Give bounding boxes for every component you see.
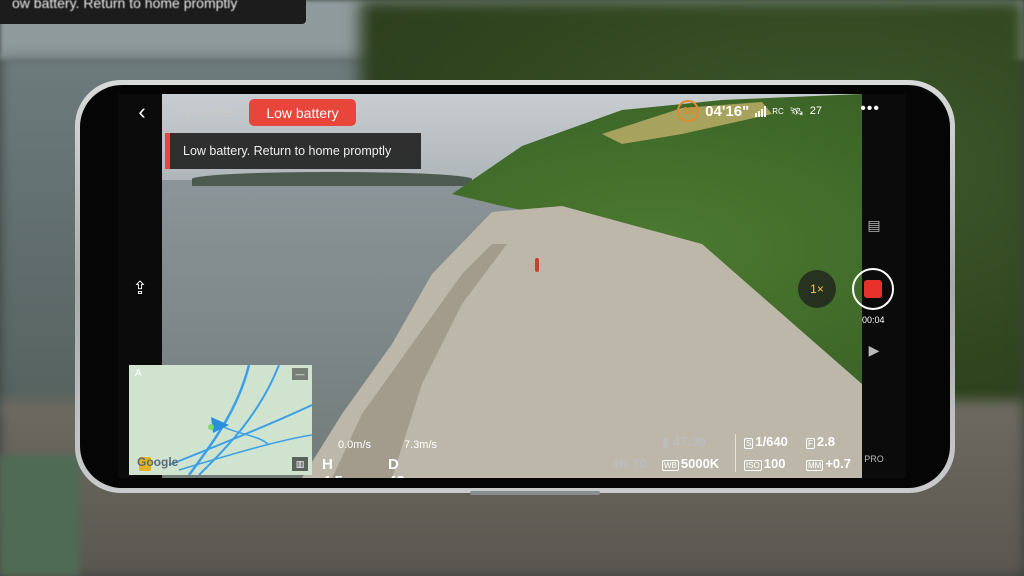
wb-tag: WB bbox=[662, 460, 679, 471]
white-balance[interactable]: WB 5000K bbox=[662, 456, 719, 471]
video-resolution: 4K 30 bbox=[612, 456, 647, 471]
record-button[interactable] bbox=[852, 268, 894, 310]
back-button[interactable]: ‹ bbox=[130, 99, 154, 124]
flight-mode[interactable]: N Mode bbox=[180, 104, 233, 121]
return-to-home-button[interactable]: ⇪ bbox=[126, 274, 154, 302]
remaining-time: ▮ 47:30 bbox=[662, 434, 707, 449]
exposure-value[interactable]: MM +0.7 bbox=[806, 456, 851, 471]
bg-banner-text: ow battery. Return to home promptly bbox=[12, 0, 238, 11]
bg-banner: ow battery. Return to home promptly bbox=[0, 0, 306, 24]
battery-percent: 18 bbox=[682, 105, 694, 117]
battery-indicator[interactable]: 18 bbox=[677, 100, 700, 122]
vertical-speed: 0.0m/s bbox=[338, 439, 372, 451]
record-stop-icon bbox=[864, 280, 882, 298]
horizontal-speed: 7.3m/s bbox=[404, 439, 438, 451]
pro-mode-button[interactable]: PRO bbox=[863, 450, 885, 468]
signal-icon bbox=[755, 105, 767, 117]
aperture[interactable]: F 2.8 bbox=[806, 434, 835, 449]
status-bar: 18 04'16" RC 🛰 27 bbox=[677, 99, 822, 123]
chevron-left-icon: ‹ bbox=[138, 99, 146, 124]
camera-divider bbox=[735, 434, 736, 472]
phone-side-button bbox=[470, 491, 600, 495]
low-battery-badge: Low battery bbox=[249, 99, 356, 126]
height-readout: H 4.5m bbox=[322, 456, 356, 478]
feed-person bbox=[535, 258, 539, 272]
iso-tag: ISO bbox=[744, 460, 762, 471]
mini-map[interactable]: A — Google ▥ bbox=[129, 365, 312, 475]
satellite-count: 27 bbox=[809, 105, 822, 117]
app-screen: ‹ N Mode Low battery Low battery. Return… bbox=[118, 94, 906, 478]
map-expand-button[interactable]: ▥ bbox=[292, 457, 308, 471]
film-icon[interactable]: ▤ bbox=[863, 216, 885, 234]
storage-icon: ▮ bbox=[662, 434, 670, 449]
shutter-tag: S bbox=[744, 438, 754, 449]
feed-far-shore bbox=[192, 172, 472, 186]
ev-tag: MM bbox=[806, 460, 824, 471]
return-to-home-icon: ⇪ bbox=[132, 277, 148, 298]
satellite-icon: 🛰 bbox=[789, 105, 804, 118]
iso[interactable]: ISO 100 bbox=[744, 456, 785, 471]
record-time: 00:04 bbox=[862, 315, 885, 325]
f-tag: F bbox=[806, 438, 815, 449]
distance-readout: D 43m bbox=[388, 456, 418, 478]
zoom-button[interactable]: 1× bbox=[798, 270, 836, 308]
more-menu-button[interactable]: ••• bbox=[860, 100, 880, 118]
map-minimize-button[interactable]: — bbox=[292, 368, 308, 380]
flight-time: 04'16" bbox=[705, 102, 750, 120]
google-logo: Google bbox=[137, 455, 179, 469]
playback-icon[interactable]: ▶ bbox=[863, 341, 885, 359]
rc-label: RC bbox=[772, 106, 784, 116]
low-battery-toast: Low battery. Return to home promptly bbox=[165, 133, 421, 169]
shutter-speed[interactable]: S 1/640 bbox=[744, 434, 788, 449]
map-compass-icon: A bbox=[135, 368, 142, 379]
bg-map-blur bbox=[0, 455, 80, 576]
